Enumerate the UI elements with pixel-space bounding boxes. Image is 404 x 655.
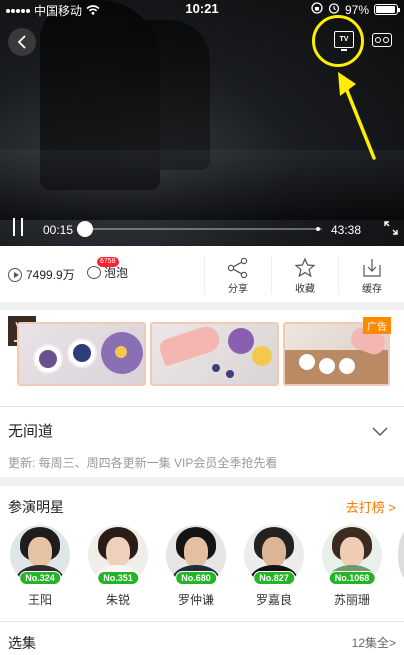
ad-image-berry <box>226 370 234 378</box>
divider <box>271 256 272 294</box>
divider <box>0 406 404 407</box>
fullscreen-icon <box>384 221 398 235</box>
cast-name: 朱锐 <box>105 593 130 607</box>
cast-member[interactable]: No.351 朱锐 <box>88 525 148 608</box>
ad-image-cup <box>299 354 315 370</box>
ad-banner[interactable]: 广告 <box>0 312 404 406</box>
cast-member[interactable]: No.827 罗嘉良 <box>244 525 304 608</box>
rank-badge: No.324 <box>19 571 61 585</box>
collect-button[interactable]: 收藏 <box>285 256 325 295</box>
download-button[interactable]: 缓存 <box>352 256 392 295</box>
ad-tag: 广告 <box>363 317 391 334</box>
ad-image[interactable] <box>17 322 146 386</box>
episodes-count-link[interactable]: 12集全> <box>352 634 396 651</box>
divider <box>338 256 339 294</box>
rank-badge: No.827 <box>253 571 295 585</box>
fullscreen-button[interactable] <box>384 221 398 235</box>
bubble-button[interactable]: 泡泡 6758 <box>87 257 128 281</box>
ad-image-flower <box>115 346 127 358</box>
total-time: 43:38 <box>331 223 362 237</box>
cast-name: 罗嘉良 <box>255 593 292 607</box>
video-player[interactable]: 中国移动 10:21 97% TV 00:15 43:38 <box>0 0 404 246</box>
rank-badge: No.351 <box>97 571 139 585</box>
show-title: 无间道 <box>8 423 54 440</box>
avatar-partial <box>398 530 404 580</box>
ad-image-cup <box>319 358 335 374</box>
vr-mode-button[interactable] <box>372 33 392 47</box>
lock-rotation-icon <box>311 2 323 17</box>
progress-knob[interactable] <box>77 221 93 237</box>
battery-icon <box>374 4 400 15</box>
progress-track[interactable] <box>82 228 322 230</box>
cast-member[interactable]: No.680 罗仲谦 <box>166 525 226 608</box>
video-figure <box>120 20 210 170</box>
bubble-icon <box>87 266 101 279</box>
cast-member[interactable]: No.324 王阳 <box>10 525 70 608</box>
ad-image-cup <box>339 358 355 374</box>
update-info: 更新: 每周三、周四各更新一集 VIP会员全季抢先看 <box>8 456 278 470</box>
section-gap <box>0 477 404 486</box>
divider <box>204 256 205 294</box>
expand-button[interactable] <box>372 424 388 436</box>
current-time: 00:15 <box>43 223 74 237</box>
annotation-arrow-icon <box>338 72 376 160</box>
view-count-value: 7499.9万 <box>26 268 75 282</box>
section-gap <box>0 302 404 310</box>
star-icon <box>285 256 325 280</box>
ad-image-flower <box>228 328 254 354</box>
divider <box>0 621 404 622</box>
action-row: 7499.9万 泡泡 6758 分享 收藏 缓存 <box>0 250 404 300</box>
share-label: 分享 <box>228 284 248 295</box>
cast-name: 苏丽珊 <box>333 593 370 607</box>
progress-marker <box>316 227 320 231</box>
chevron-down-icon <box>372 427 388 436</box>
player-controls: 00:15 43:38 <box>0 214 404 244</box>
status-right: 97% <box>311 2 400 17</box>
play-count-icon <box>8 267 22 282</box>
ad-image-berry <box>212 364 220 372</box>
bubble-badge: 6758 <box>97 257 119 267</box>
cast-name: 王阳 <box>27 593 52 607</box>
collect-label: 收藏 <box>295 284 315 295</box>
ad-image-piping-bag <box>157 324 223 367</box>
share-icon <box>218 256 258 280</box>
view-count: 7499.9万 <box>8 266 75 283</box>
cast-header: 参演明星 <box>8 499 64 515</box>
rank-badge: No.680 <box>175 571 217 585</box>
back-button[interactable] <box>8 28 36 56</box>
cast-name: 罗仲谦 <box>177 593 214 607</box>
tv-label: TV <box>339 36 349 43</box>
share-button[interactable]: 分享 <box>218 256 258 295</box>
download-label: 缓存 <box>362 284 382 295</box>
ad-image-flower <box>252 346 272 366</box>
pause-button[interactable] <box>12 218 24 236</box>
ad-image-flower <box>73 344 91 362</box>
cast-rank-link[interactable]: 去打榜 > <box>346 497 396 516</box>
cast-member[interactable]: No.1068 苏丽珊 <box>322 525 382 608</box>
ad-image[interactable] <box>150 322 279 386</box>
download-icon <box>352 256 392 280</box>
battery-percent: 97% <box>344 2 369 17</box>
ad-image-flower <box>39 350 57 368</box>
rank-badge: No.1068 <box>328 571 376 585</box>
episodes-title: 选集 <box>8 635 36 651</box>
tv-cast-button[interactable]: TV <box>334 31 354 51</box>
